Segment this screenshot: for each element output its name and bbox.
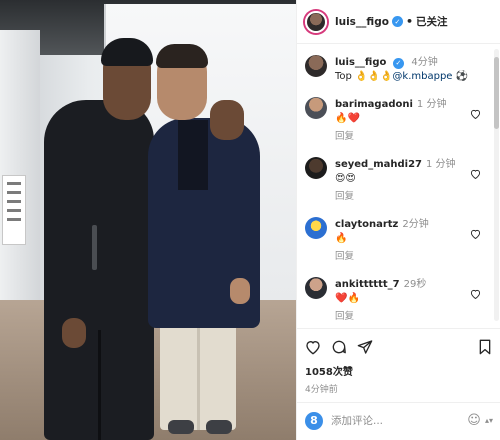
account-badge-icon: 8 bbox=[305, 411, 323, 430]
person-right-shoe-right bbox=[206, 420, 232, 434]
author-avatar[interactable] bbox=[305, 10, 327, 33]
comment-time: 2分钟 bbox=[402, 219, 429, 230]
following-button[interactable]: 已关注 bbox=[416, 14, 448, 29]
comment-time: 29秒 bbox=[403, 279, 427, 290]
person-right-legs bbox=[197, 318, 200, 430]
comments-list[interactable]: luis__figo ✓ 4分钟 Top 👌👌👌@k.mbappe ⚽ bari… bbox=[297, 45, 500, 325]
comment-username[interactable]: ankitttttt_7 bbox=[335, 279, 400, 290]
caption-text-suffix: ⚽ bbox=[452, 71, 469, 82]
comment-username[interactable]: barimagadoni bbox=[335, 99, 413, 110]
comment-text: 🔥❤️ bbox=[335, 113, 360, 124]
verified-badge-icon: ✓ bbox=[391, 16, 403, 27]
comment-time: 1 分钟 bbox=[425, 159, 456, 170]
post-side-panel: luis__figo ✓ • 已关注 luis__figo ✓ 4分钟 Top … bbox=[296, 0, 500, 440]
header-separator: • bbox=[405, 15, 413, 28]
add-comment-input[interactable] bbox=[331, 414, 441, 427]
caption-time: 4分钟 bbox=[411, 57, 438, 68]
like-comment-heart-icon[interactable] bbox=[470, 289, 481, 299]
like-comment-heart-icon[interactable] bbox=[470, 169, 481, 179]
person-left-hand bbox=[62, 318, 86, 348]
comment-username[interactable]: claytonartz bbox=[335, 219, 398, 230]
comment-item: claytonartz 2分钟 🔥 回复 bbox=[297, 217, 500, 264]
comment-item: ankitttttt_7 29秒 ❤️🔥 回复 bbox=[297, 277, 500, 324]
caption-emojis: 👌👌👌 bbox=[355, 71, 393, 82]
caption-username[interactable]: luis__figo bbox=[335, 57, 386, 68]
post-modal: luis__figo ✓ • 已关注 luis__figo ✓ 4分钟 Top … bbox=[0, 0, 500, 440]
photo-pillar bbox=[0, 30, 40, 300]
add-comment-bar: 8 ☺ ▴▾ bbox=[297, 402, 500, 438]
caption-text-prefix: Top bbox=[335, 71, 356, 82]
person-right-hand bbox=[230, 278, 250, 304]
post-header: luis__figo ✓ • 已关注 bbox=[297, 0, 500, 44]
emoji-picker-icon[interactable]: ☺ bbox=[467, 413, 481, 428]
post-photo[interactable] bbox=[0, 0, 296, 440]
reply-button[interactable]: 回复 bbox=[335, 190, 456, 204]
post-time-ago: 4分钟前 bbox=[305, 385, 338, 395]
scroll-handle-icon: ▴▾ bbox=[484, 416, 493, 425]
author-username[interactable]: luis__figo bbox=[335, 16, 389, 28]
commenter-avatar[interactable] bbox=[305, 217, 327, 239]
verified-badge-icon: ✓ bbox=[392, 57, 404, 69]
comment-username[interactable]: seyed_mahdi27 bbox=[335, 159, 422, 170]
post-actions: 1058次赞 4分钟前 bbox=[297, 328, 500, 395]
like-comment-heart-icon[interactable] bbox=[470, 229, 481, 239]
person-left-arm-on-shoulder bbox=[210, 100, 244, 140]
comment-bubble-icon[interactable] bbox=[331, 339, 347, 355]
person-right-hair bbox=[156, 44, 208, 68]
caption-avatar[interactable] bbox=[305, 55, 327, 77]
reply-button[interactable]: 回复 bbox=[335, 250, 429, 264]
save-bookmark-icon[interactable] bbox=[477, 339, 493, 355]
person-right-shirt bbox=[178, 120, 208, 190]
comment-item: seyed_mahdi27 1 分钟 😍😍 回复 bbox=[297, 157, 500, 204]
person-left-pocket bbox=[92, 225, 97, 270]
commenter-avatar[interactable] bbox=[305, 277, 327, 299]
like-count[interactable]: 1058次赞 bbox=[305, 363, 493, 378]
reply-button[interactable]: 回复 bbox=[335, 310, 426, 324]
post-caption: luis__figo ✓ 4分钟 Top 👌👌👌@k.mbappe ⚽ bbox=[297, 45, 500, 84]
share-send-icon[interactable] bbox=[357, 339, 373, 355]
comment-text: 🔥 bbox=[335, 233, 348, 244]
person-right-shoe-left bbox=[168, 420, 194, 434]
like-comment-heart-icon[interactable] bbox=[470, 109, 481, 119]
reply-button[interactable]: 回复 bbox=[335, 130, 446, 144]
comment-text: ❤️🔥 bbox=[335, 293, 360, 304]
comment-item: barimagadoni 1 分钟 🔥❤️ 回复 bbox=[297, 97, 500, 144]
commenter-avatar[interactable] bbox=[305, 97, 327, 119]
comment-time: 1 分钟 bbox=[416, 99, 447, 110]
commenter-avatar[interactable] bbox=[305, 157, 327, 179]
person-left-legs bbox=[98, 330, 101, 440]
like-heart-icon[interactable] bbox=[305, 339, 321, 355]
caption-mention-link[interactable]: @k.mbappe bbox=[392, 71, 452, 82]
comment-text: 😍😍 bbox=[335, 173, 356, 184]
photo-wall-chart bbox=[2, 175, 26, 245]
